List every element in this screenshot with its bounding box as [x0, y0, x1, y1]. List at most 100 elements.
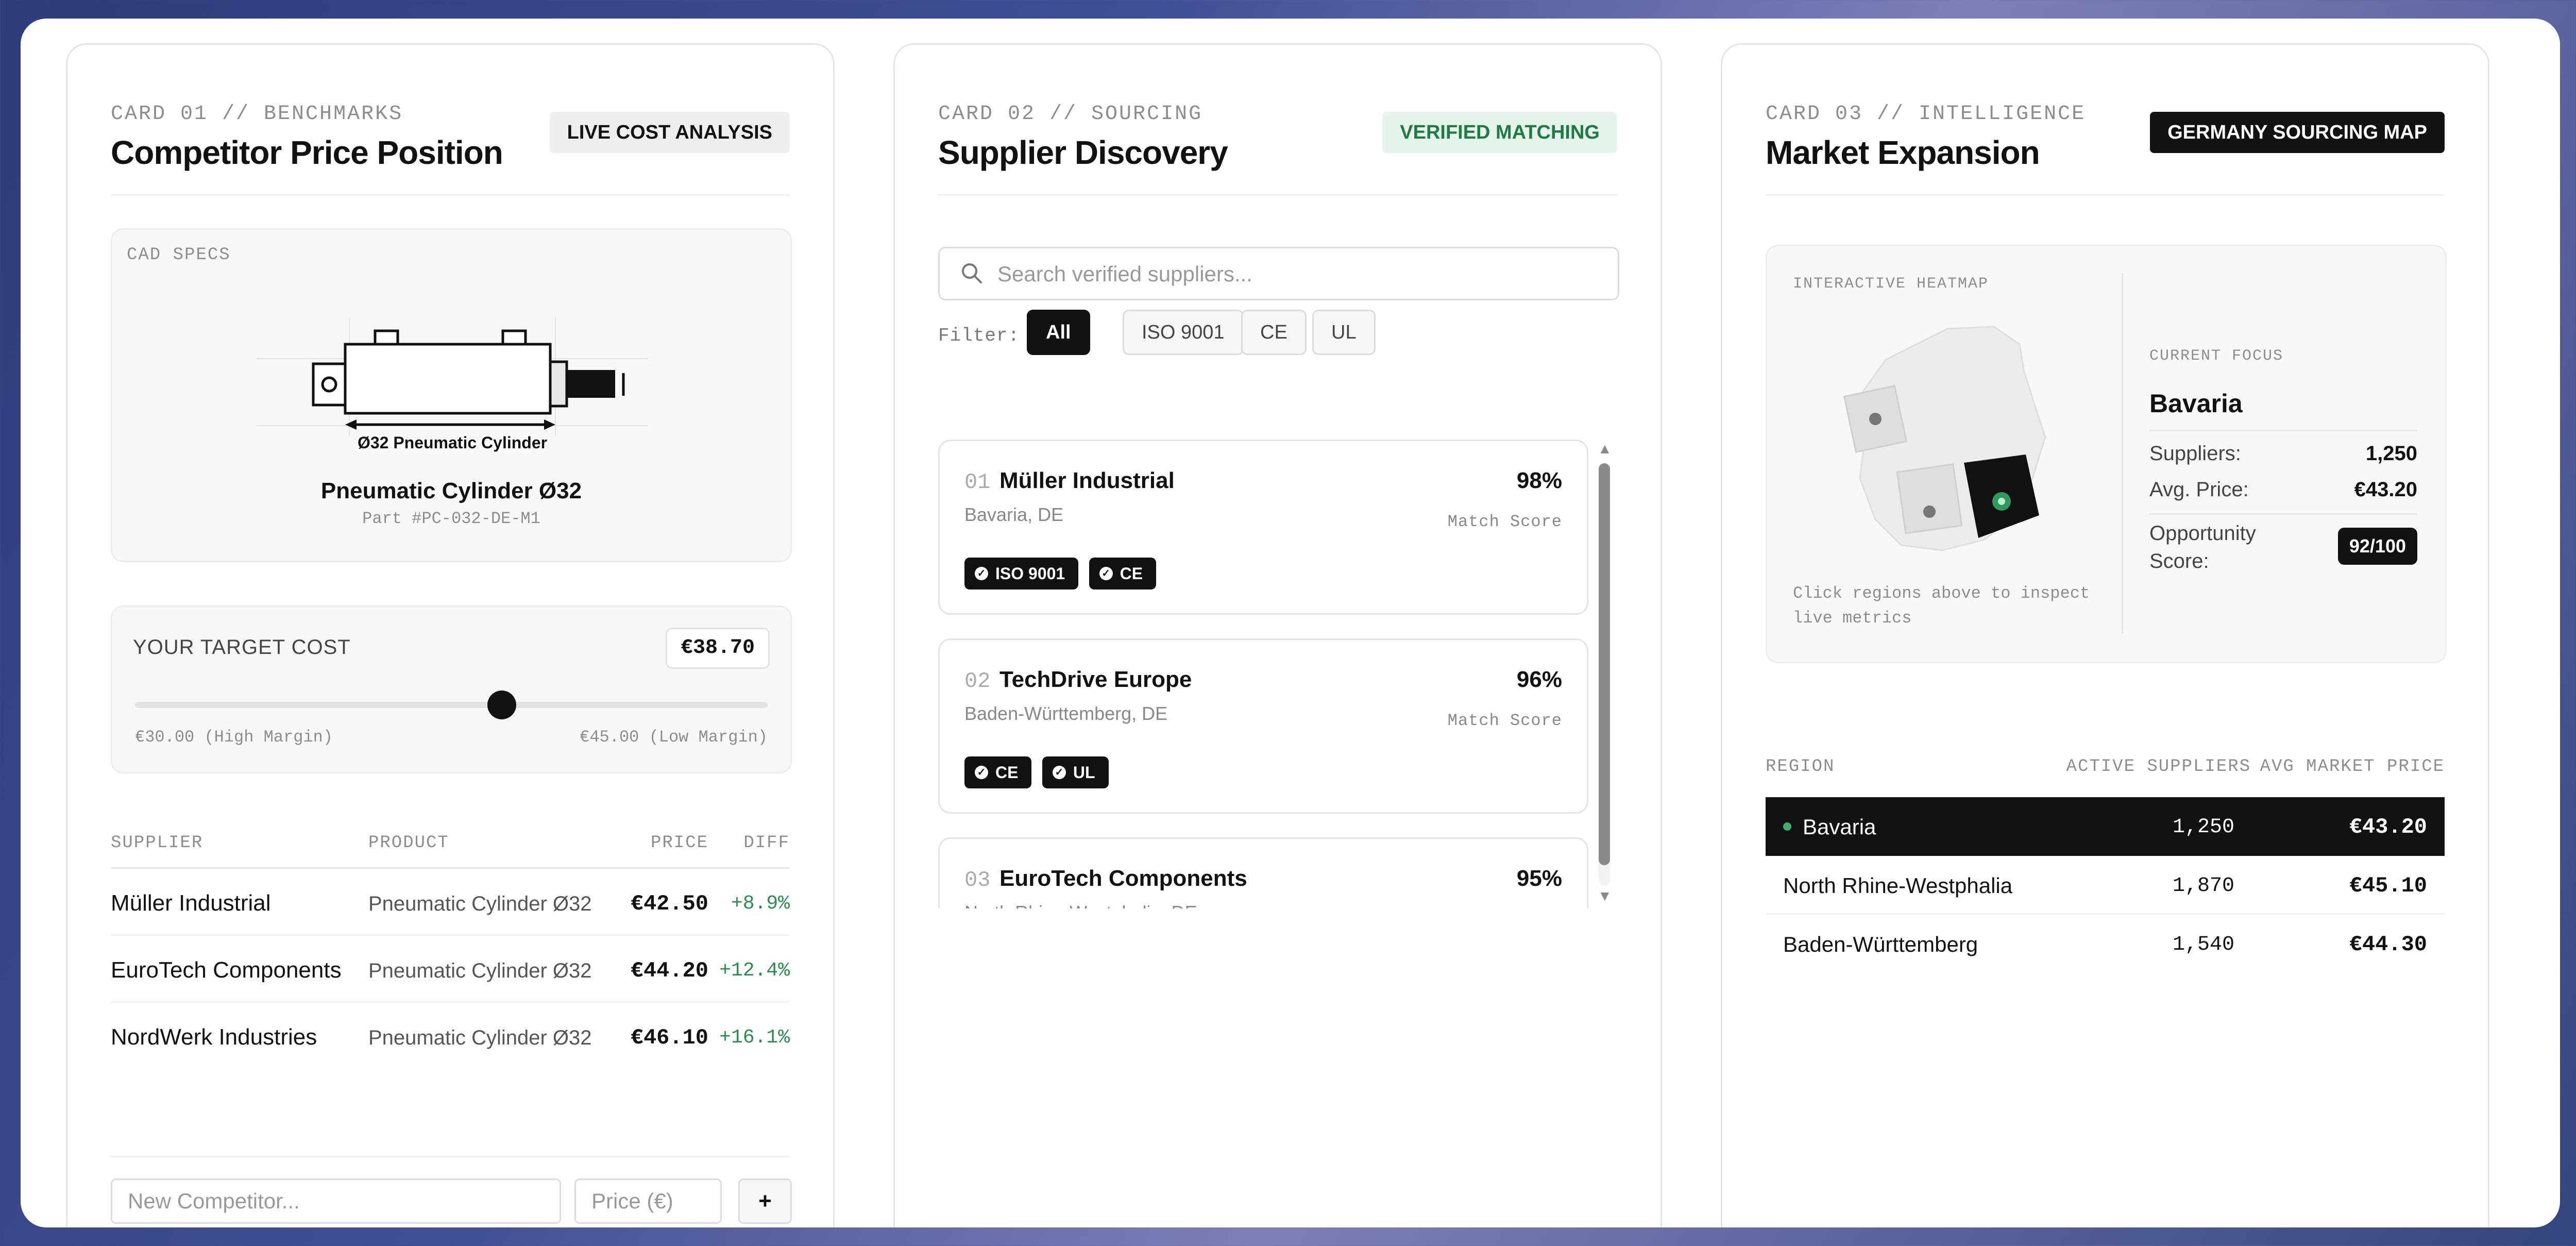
col-header-region: REGION [1766, 757, 1835, 777]
card-kicker: CARD 03 // INTELLIGENCE [1766, 103, 2086, 126]
opportunity-score-label: Opportunity Score: [2149, 522, 2256, 573]
col-header-avg-market-price: AVG MARKET PRICE [2260, 757, 2445, 777]
slider-knob[interactable] [487, 691, 517, 719]
product-name: Pneumatic Cylinder Ø32 [368, 959, 592, 982]
cert-tag: ✓ UL [1042, 756, 1109, 788]
price-diff: +8.9% [731, 893, 790, 915]
focus-avg-price-label: Avg. Price: [2149, 478, 2249, 501]
card-kicker: CARD 01 // BENCHMARKS [111, 103, 403, 126]
divider [2149, 430, 2417, 431]
app-window: CARD 01 // BENCHMARKS Competitor Price P… [21, 19, 2560, 1227]
table-row-selected[interactable]: Bavaria 1,250 €43.20 [1766, 797, 2445, 856]
supplier-location: North Rhine-Westphalia, DE [964, 902, 1197, 908]
supplier-location: Baden-Württemberg, DE [964, 703, 1168, 724]
scroll-up-arrow-icon[interactable]: ▲ [1598, 441, 1612, 457]
cert-tag: ✓ CE [1089, 558, 1157, 590]
product-name: Pneumatic Cylinder Ø32 [368, 893, 592, 915]
region-marker [1923, 506, 1936, 518]
add-competitor-button[interactable]: + [738, 1178, 792, 1224]
match-score: 95% [1516, 866, 1562, 891]
part-number: Part #PC-032-DE-M1 [362, 509, 540, 528]
focus-avg-price: Avg. Price: €43.20 [2149, 478, 2417, 501]
new-competitor-input[interactable] [111, 1178, 561, 1224]
supplier-location: Bavaria, DE [964, 504, 1064, 525]
region-baden-wuerttemberg[interactable] [1896, 463, 1963, 534]
card-title: Market Expansion [1766, 134, 2040, 171]
table-row[interactable]: Müller Industrial Pneumatic Cylinder Ø32… [111, 869, 790, 936]
active-suppliers: 1,250 [2172, 816, 2234, 839]
search-icon [962, 263, 982, 283]
germany-sourcing-map-button[interactable]: GERMANY SOURCING MAP [2150, 112, 2445, 153]
match-score-label: Match Score [1447, 512, 1562, 531]
region-name: Bavaria [1783, 815, 1876, 839]
divider [111, 1156, 790, 1157]
focus-suppliers-value: 1,250 [2365, 442, 2417, 465]
focus-suppliers-label: Suppliers: [2149, 442, 2241, 465]
active-suppliers: 1,540 [2172, 933, 2234, 956]
supplier-name: EuroTech Components [999, 866, 1247, 891]
verified-matching-badge: VERIFIED MATCHING [1382, 112, 1617, 153]
card-intelligence: CARD 03 // INTELLIGENCE Market Expansion… [1721, 43, 2489, 1227]
table-row[interactable]: EuroTech Components Pneumatic Cylinder Ø… [111, 936, 790, 1003]
supplier-list: 01 Müller Industrial Bavaria, DE 98% Mat… [938, 393, 1619, 908]
target-cost-slider[interactable] [135, 691, 768, 719]
slider-max-label: €45.00 (Low Margin) [580, 728, 768, 747]
target-cost-label: YOUR TARGET COST [133, 636, 351, 659]
cert-tag-label: UL [1073, 763, 1095, 782]
supplier-name: Müller Industrial [999, 468, 1175, 493]
price: €44.20 [630, 958, 708, 983]
interactive-heatmap: INTERACTIVE HEATMAP Click regions above … [1766, 245, 2447, 663]
search-input[interactable] [996, 248, 1606, 300]
card-kicker: CARD 02 // SOURCING [938, 103, 1203, 126]
price-diff: +16.1% [719, 1026, 790, 1049]
supplier-card[interactable]: 01 Müller Industrial Bavaria, DE 98% Mat… [938, 440, 1588, 615]
filter-chip-all[interactable]: All [1027, 310, 1090, 355]
supplier-name: TechDrive Europe [999, 667, 1192, 692]
table-row[interactable]: NordWerk Industries Pneumatic Cylinder Ø… [111, 1003, 790, 1070]
supplier-list-scrollbar[interactable] [1599, 463, 1610, 886]
supplier-name: Müller Industrial [111, 890, 271, 916]
pneumatic-cylinder-drawing: Ø32 Pneumatic Cylinder [257, 317, 648, 453]
product-name: Pneumatic Cylinder Ø32 [320, 478, 582, 503]
cert-tags: ✓ ISO 9001 ✓ CE [964, 558, 1164, 590]
cert-tag: ✓ CE [964, 756, 1032, 788]
avg-market-price: €43.20 [2349, 815, 2427, 839]
filter-label: Filter: [938, 325, 1020, 346]
table-row[interactable]: North Rhine-Westphalia 1,870 €45.10 [1766, 856, 2445, 915]
target-cost-value: €38.70 [665, 628, 770, 669]
supplier-card[interactable]: 03 EuroTech Components North Rhine-Westp… [938, 837, 1588, 908]
slider-min-label: €30.00 (High Margin) [135, 728, 333, 747]
supplier-card[interactable]: 02 TechDrive Europe Baden-Württemberg, D… [938, 638, 1588, 814]
price-diff: +12.4% [719, 959, 790, 982]
col-header-diff: DIFF [743, 833, 790, 853]
card-title: Competitor Price Position [111, 134, 503, 171]
avg-market-price: €44.30 [2349, 932, 2427, 957]
price: €42.50 [630, 891, 708, 916]
filter-chip-iso-9001[interactable]: ISO 9001 [1123, 310, 1244, 355]
price-input[interactable] [574, 1178, 722, 1224]
scrollbar-thumb[interactable] [1599, 463, 1610, 865]
divider [938, 194, 1617, 196]
current-focus-label: CURRENT FOCUS [2149, 347, 2284, 365]
scroll-down-arrow-icon[interactable]: ▼ [1598, 888, 1612, 904]
target-cost-panel: YOUR TARGET COST €38.70 €30.00 (High Mar… [111, 605, 792, 773]
supplier-search[interactable] [938, 247, 1619, 300]
avg-market-price: €45.10 [2349, 873, 2427, 898]
match-score: 98% [1516, 468, 1562, 493]
opportunity-score-badge: 92/100 [2337, 528, 2417, 565]
table-row[interactable]: Baden-Württemberg 1,540 €44.30 [1766, 915, 2445, 973]
col-header-supplier: SUPPLIER [111, 833, 204, 853]
product-name: Pneumatic Cylinder Ø32 [368, 1026, 592, 1049]
check-icon: ✓ [1099, 566, 1113, 580]
cert-tags: ✓ CE ✓ UL [964, 756, 1117, 788]
divider [2122, 273, 2123, 634]
live-cost-badge: LIVE COST ANALYSIS [549, 112, 790, 153]
cert-tag-label: ISO 9001 [995, 564, 1065, 583]
check-icon: ✓ [975, 566, 988, 580]
current-focus-region: Bavaria [2149, 389, 2243, 418]
region-name-label: Bavaria [1803, 815, 1876, 839]
region-marker-dot [1998, 498, 2005, 505]
focus-avg-price-value: €43.20 [2354, 478, 2417, 501]
filter-chip-ce[interactable]: CE [1241, 310, 1307, 355]
filter-chip-ul[interactable]: UL [1312, 310, 1376, 355]
